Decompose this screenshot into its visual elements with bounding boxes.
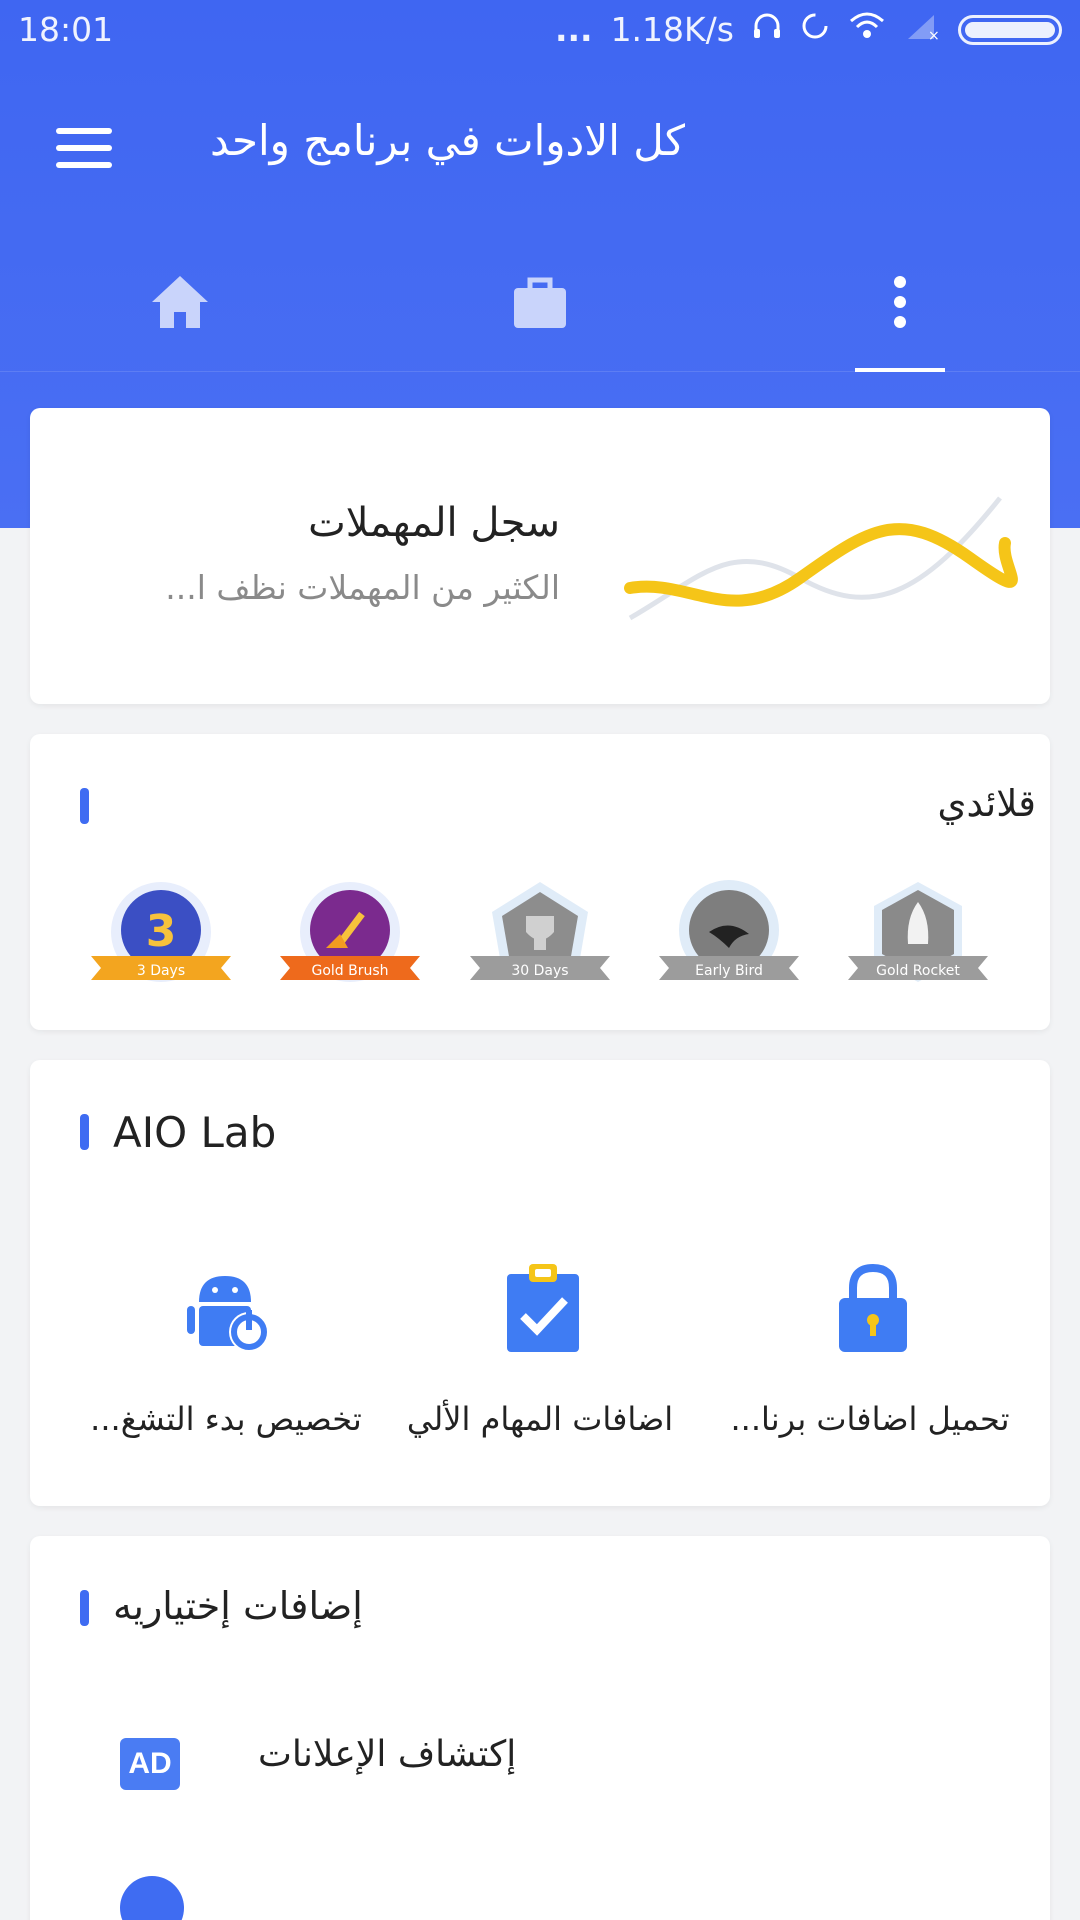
trophy-badge-icon: 30 Days [470, 882, 610, 980]
badge-30-days[interactable]: 30 Days [470, 878, 610, 998]
badges-title: قلائدي [937, 782, 1036, 825]
app-title: كل الادوات في برنامج واحد [210, 116, 686, 165]
optional-title: إضافات إختياريه [113, 1584, 363, 1628]
badge-3-days[interactable]: 3 3 Days [91, 878, 231, 998]
svg-text:Gold Rocket: Gold Rocket [876, 963, 960, 979]
section-accent-bar [80, 788, 89, 824]
badge-gold-rocket[interactable]: Gold Rocket [848, 878, 988, 998]
bird-badge-icon: Early Bird [659, 880, 799, 980]
tabs-divider [0, 371, 1080, 372]
clipboard-check-icon [507, 1264, 579, 1352]
rocket-badge-icon: Gold Rocket [848, 882, 988, 982]
lab-item-label: تخصيص بدء التشغ... [90, 1400, 362, 1438]
svg-text:×: × [928, 28, 940, 41]
wave-graph-icon [624, 496, 1018, 621]
brush-badge-icon: Gold Brush [280, 882, 420, 982]
notification-dots: ... [554, 10, 593, 49]
status-bar: 18:01 ... 1.18K/s × [0, 0, 1080, 62]
section-accent-bar [80, 1590, 89, 1626]
laurel-badge-icon: 3 3 Days [91, 882, 231, 982]
tab-home[interactable] [0, 232, 360, 372]
section-accent-bar [80, 1114, 89, 1150]
tab-bar [0, 232, 1080, 372]
junk-card[interactable]: سجل المهملات الكثير من المهملات نظف ا... [30, 408, 1050, 704]
lab-title: AIO Lab [113, 1108, 277, 1157]
aio-lab-card: AIO Lab تخصيص بدء التشغ... اضافات المهام… [30, 1060, 1050, 1506]
menu-icon[interactable] [56, 128, 112, 168]
svg-text:3 Days: 3 Days [137, 963, 185, 979]
app-bar: كل الادوات في برنامج واحد [0, 62, 1080, 222]
svg-text:30 Days: 30 Days [511, 963, 568, 979]
lab-item-boot-customize[interactable]: تخصيص بدء التشغ... [76, 1260, 376, 1460]
lab-item-plugin-download[interactable]: تحميل اضافات برنا... [720, 1260, 1020, 1460]
briefcase-icon [514, 277, 566, 328]
badge-early-bird[interactable]: Early Bird [659, 878, 799, 998]
junk-title: سجل المهملات [308, 500, 560, 546]
network-speed: 1.18K/s [610, 10, 734, 49]
sync-icon [800, 10, 830, 49]
ad-detect-item[interactable]: AD إكتشاف الإعلانات [30, 1726, 1050, 1836]
svg-text:Gold Brush: Gold Brush [311, 963, 388, 979]
lab-item-label: اضافات المهام الألي [406, 1400, 674, 1438]
signal-icon: × [904, 10, 940, 49]
tab-more[interactable] [720, 232, 1080, 372]
lock-icon [839, 1263, 907, 1352]
optional-addons-card: إضافات إختياريه AD إكتشاف الإعلانات [30, 1536, 1050, 1920]
status-right-group: ... 1.18K/s × [555, 10, 1062, 49]
status-time: 18:01 [18, 10, 114, 49]
svg-text:3: 3 [146, 906, 177, 957]
wifi-icon [848, 10, 886, 49]
tab-tools[interactable] [360, 232, 720, 372]
android-power-icon [187, 1276, 269, 1352]
junk-subtitle: الكثير من المهملات نظف ا... [165, 568, 560, 607]
ad-detect-label: إكتشاف الإعلانات [258, 1734, 517, 1775]
lab-item-label: تحميل اضافات برنا... [730, 1400, 1010, 1438]
ad-icon: AD [120, 1738, 180, 1790]
badges-card: قلائدي 3 3 Days Gold Brush 30 Days Early… [30, 734, 1050, 1030]
next-item-icon[interactable] [120, 1876, 184, 1920]
badge-gold-brush[interactable]: Gold Brush [280, 878, 420, 998]
headset-icon [752, 10, 782, 49]
battery-icon [958, 14, 1062, 45]
more-vertical-icon [894, 276, 906, 328]
home-icon [152, 276, 208, 328]
svg-text:Early Bird: Early Bird [695, 963, 763, 979]
lab-item-automation[interactable]: اضافات المهام الألي [390, 1260, 690, 1460]
